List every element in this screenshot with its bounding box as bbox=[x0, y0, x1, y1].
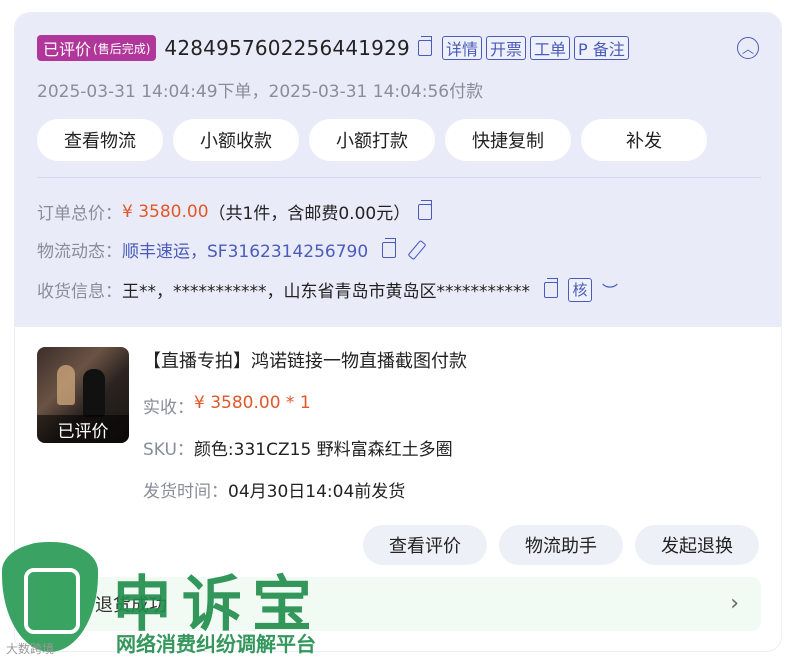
ship-value: 04月30日14:04前发货 bbox=[228, 482, 406, 502]
ship-time-row: 发货时间： 04月30日14:04前发货 bbox=[143, 477, 405, 502]
order-card: 已评价 (售后完成) 4284957602256441929 详情 开票 工单 P… bbox=[14, 12, 782, 652]
copy-icon[interactable] bbox=[418, 199, 433, 220]
total-label: 订单总价： bbox=[37, 204, 122, 224]
view-review-button[interactable]: 查看评价 bbox=[363, 525, 487, 565]
copy-icon[interactable] bbox=[382, 237, 397, 258]
order-total-row: 订单总价： ¥ 3580.00 （共1件，含邮费0.00元） bbox=[37, 199, 433, 224]
logistics-assistant-button[interactable]: 物流助手 bbox=[499, 525, 623, 565]
details-tag-button[interactable]: 详情 bbox=[441, 36, 482, 60]
thumbnail-figure bbox=[83, 369, 105, 417]
paid-row: 实收： ¥ 3580.00 * 1 bbox=[143, 393, 311, 418]
verify-button[interactable]: 核 bbox=[568, 277, 592, 302]
status-badge: 已评价 (售后完成) bbox=[37, 35, 157, 61]
product-action-buttons: 查看评价 物流助手 发起退换 bbox=[363, 525, 759, 565]
order-times: 2025-03-31 14:04:49下单，2025-03-31 14:04:5… bbox=[37, 82, 484, 102]
logistics-link[interactable]: 顺丰速运，SF3162314256790 bbox=[122, 237, 368, 262]
chevron-right-icon: › bbox=[730, 591, 739, 616]
thumbnail-caption: 已评价 bbox=[37, 415, 129, 443]
receiver-label: 收货信息： bbox=[37, 282, 122, 302]
chevron-up-icon[interactable]: ︿ bbox=[737, 37, 759, 59]
divider bbox=[37, 177, 761, 178]
order-number: 4284957602256441929 bbox=[164, 36, 410, 60]
sku-value: 颜色:331CZ15 野料富森红土多圈 bbox=[193, 440, 453, 460]
product-thumbnail[interactable]: 已评价 bbox=[37, 347, 129, 443]
order-action-buttons: 查看物流 小额收款 小额打款 快捷复制 补发 bbox=[37, 119, 707, 161]
copy-icon[interactable] bbox=[417, 36, 432, 56]
product-title[interactable]: 【直播专拍】鸿诺链接一物直播截图付款 bbox=[143, 347, 467, 373]
small-pay-button[interactable]: 小额打款 bbox=[309, 119, 435, 161]
refund-status-label: 退货成功 bbox=[95, 595, 167, 616]
ship-label: 发货时间： bbox=[143, 482, 228, 502]
thumbnail-figure bbox=[57, 365, 75, 405]
view-logistics-button[interactable]: 查看物流 bbox=[37, 119, 163, 161]
paid-value: ¥ 3580.00 * 1 bbox=[194, 393, 311, 413]
sku-row: SKU： 颜色:331CZ15 野料富森红土多圈 bbox=[143, 435, 453, 460]
total-note: （共1件，含邮费0.00元） bbox=[208, 204, 411, 224]
status-badge-label: 已评价 bbox=[43, 40, 92, 59]
refund-status-bar[interactable]: 退货成功 › bbox=[37, 577, 761, 631]
sku-label: SKU： bbox=[143, 440, 194, 460]
logistics-label: 物流动态： bbox=[37, 242, 122, 262]
logistics-row: 物流动态： 顺丰速运，SF3162314256790 bbox=[37, 237, 426, 262]
receiver-row: 收货信息： 王**，***********，山东省青岛市黄岛区*********… bbox=[37, 277, 618, 302]
copy-icon[interactable] bbox=[544, 277, 558, 298]
paid-label: 实收： bbox=[143, 398, 194, 418]
small-collect-button[interactable]: 小额收款 bbox=[173, 119, 299, 161]
invoice-tag-button[interactable]: 开票 bbox=[485, 36, 526, 60]
order-header-panel: 已评价 (售后完成) 4284957602256441929 详情 开票 工单 P… bbox=[15, 13, 781, 327]
quick-copy-button[interactable]: 快捷复制 bbox=[445, 119, 571, 161]
reship-button[interactable]: 补发 bbox=[581, 119, 707, 161]
receiver-value: 王**，***********，山东省青岛市黄岛区*********** bbox=[122, 282, 530, 302]
initiate-return-button[interactable]: 发起退换 bbox=[635, 525, 759, 565]
status-badge-sub: (售后完成) bbox=[93, 41, 151, 56]
edit-icon[interactable] bbox=[406, 240, 426, 260]
total-value: ¥ 3580.00 bbox=[122, 201, 209, 222]
order-id-row: 已评价 (售后完成) 4284957602256441929 详情 开票 工单 P… bbox=[37, 33, 629, 63]
note-tag-button[interactable]: P 备注 bbox=[574, 36, 629, 60]
ticket-tag-button[interactable]: 工单 bbox=[530, 36, 571, 60]
eye-closed-icon[interactable]: ︶ bbox=[602, 278, 618, 302]
